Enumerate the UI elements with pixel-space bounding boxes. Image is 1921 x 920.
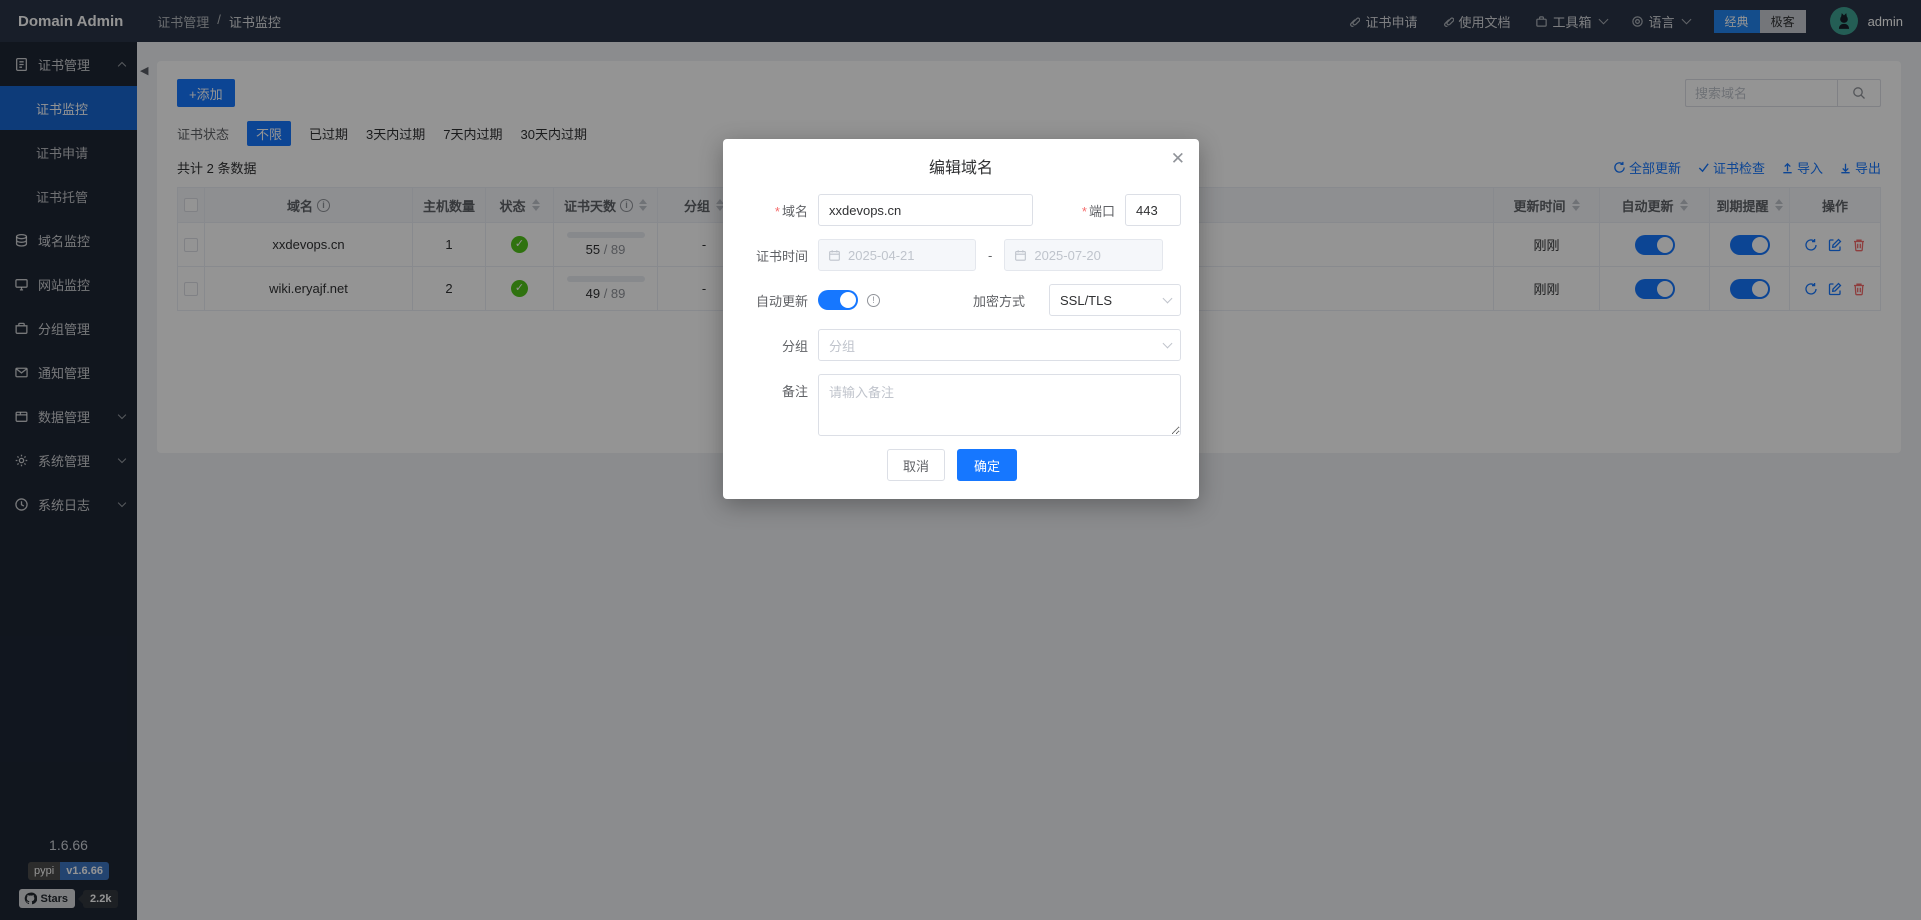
cert-time-label: 证书时间	[755, 248, 808, 264]
auto-update-label: 自动更新	[755, 293, 808, 309]
confirm-button[interactable]: 确定	[957, 449, 1018, 481]
domain-field-label: * 域名	[774, 203, 808, 219]
group-select[interactable]: 分组	[818, 329, 1181, 361]
chevron-down-icon	[1162, 338, 1173, 349]
cert-start-date-field: 2025-04-21	[818, 239, 976, 271]
port-field[interactable]	[1125, 194, 1181, 226]
close-icon[interactable]: ✕	[1171, 149, 1185, 169]
cert-end-value: 2025-07-20	[1034, 247, 1101, 263]
edit-domain-dialog: 编辑域名 ✕ *域名 *端口 证书时间 2025-04-21 - 2025-07…	[723, 139, 1199, 499]
required-mark: *	[1081, 203, 1087, 219]
date-range-separator: -	[988, 247, 993, 263]
chevron-down-icon	[1162, 293, 1173, 304]
calendar-icon	[829, 249, 840, 261]
dialog-title: 编辑域名	[928, 160, 993, 177]
required-mark: *	[774, 203, 780, 219]
remark-field-label: 备注	[781, 384, 808, 399]
info-icon: !	[867, 293, 880, 307]
domain-field[interactable]	[818, 194, 1033, 226]
cert-start-value: 2025-04-21	[848, 247, 915, 263]
app-root: Domain Admin 证书管理 / 证书监控 证书申请 使用文档 工具箱 语…	[0, 0, 1921, 920]
remark-field[interactable]	[818, 374, 1181, 436]
calendar-icon	[1015, 249, 1027, 261]
encryption-value: SSL/TLS	[1060, 292, 1113, 308]
encryption-select[interactable]: SSL/TLS	[1049, 284, 1181, 316]
cancel-button[interactable]: 取消	[886, 449, 945, 481]
group-field-label: 分组	[781, 338, 808, 354]
port-field-label: * 端口	[1081, 203, 1115, 219]
group-placeholder: 分组	[829, 338, 856, 354]
cert-end-date-field: 2025-07-20	[1004, 239, 1164, 271]
encryption-label: 加密方式	[972, 293, 1025, 309]
auto-update-toggle[interactable]	[818, 290, 858, 310]
